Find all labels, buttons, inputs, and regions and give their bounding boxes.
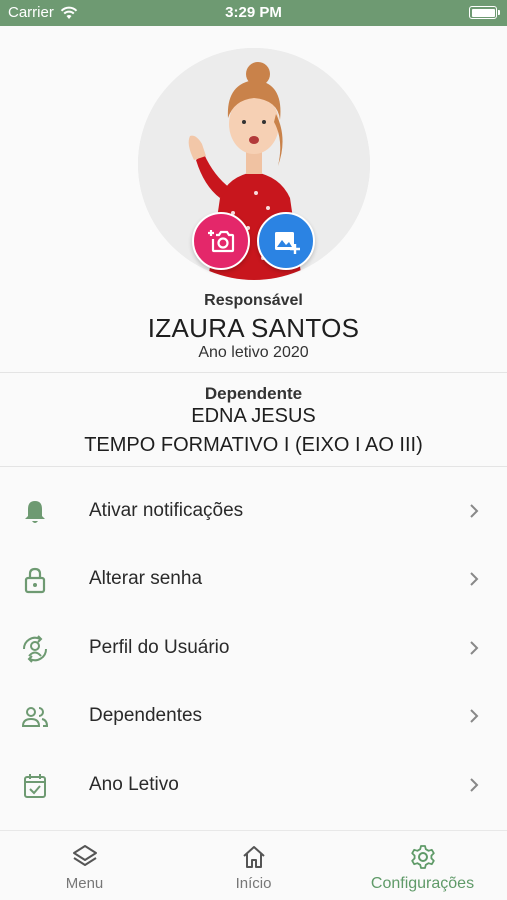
tab-settings[interactable]: Configurações — [338, 831, 507, 900]
user-switch-icon — [22, 635, 48, 663]
menu-item-user-profile[interactable]: Perfil do Usuário — [0, 614, 507, 682]
dependent-class: TEMPO FORMATIVO I (EIXO I AO III) — [84, 434, 423, 456]
tab-menu[interactable]: Menu — [0, 831, 169, 900]
menu-item-change-password[interactable]: Alterar senha — [0, 545, 507, 613]
clock: 3:29 PM — [225, 4, 282, 21]
take-photo-button[interactable] — [192, 212, 250, 270]
dependent-label: Dependente — [204, 384, 303, 403]
menu-item-label: Perfil do Usuário — [89, 637, 230, 658]
chevron-right-icon — [470, 778, 479, 792]
home-icon — [242, 846, 265, 868]
menu-item-label: Alterar senha — [89, 568, 203, 589]
calendar-check-icon — [24, 774, 46, 798]
battery-icon — [469, 6, 500, 19]
menu-item-dependents[interactable]: Dependentes — [0, 682, 507, 750]
choose-from-gallery-button[interactable] — [257, 212, 315, 270]
layers-icon — [72, 845, 97, 866]
status-bar: Carrier 3:29 PM — [0, 0, 507, 26]
school-year: Ano letivo 2020 — [198, 344, 309, 361]
menu-item-notifications[interactable]: Ativar notificações — [0, 477, 507, 545]
menu-item-label: Ativar notificações — [89, 500, 244, 521]
divider — [0, 372, 507, 373]
chevron-right-icon — [470, 641, 479, 655]
chevron-right-icon — [470, 504, 479, 518]
dependent-name: EDNA JESUS — [191, 405, 316, 427]
tab-label: Configurações — [370, 875, 475, 892]
chevron-right-icon — [470, 709, 479, 723]
divider — [0, 466, 507, 467]
tab-bar: Menu Início Configurações — [0, 830, 507, 900]
profile-header: Responsável IZAURA SANTOS Ano letivo 202… — [0, 26, 507, 372]
user-name: IZAURA SANTOS — [147, 313, 360, 343]
bell-icon — [25, 501, 45, 523]
tab-label: Início — [235, 875, 272, 892]
menu-item-label: Ano Letivo — [89, 774, 179, 795]
profile-photo — [138, 48, 370, 280]
chevron-right-icon — [470, 572, 479, 586]
lock-icon — [24, 567, 46, 594]
gear-icon — [410, 845, 435, 869]
add-photo-gallery-icon — [275, 232, 300, 254]
menu-item-school-year[interactable]: Ano Letivo — [0, 751, 507, 819]
role-label: Responsável — [204, 292, 303, 309]
people-icon — [21, 707, 49, 727]
tab-home[interactable]: Início — [169, 831, 338, 900]
menu-item-label: Dependentes — [89, 705, 203, 726]
add-photo-camera-icon — [208, 230, 235, 253]
tab-label: Menu — [65, 875, 104, 892]
